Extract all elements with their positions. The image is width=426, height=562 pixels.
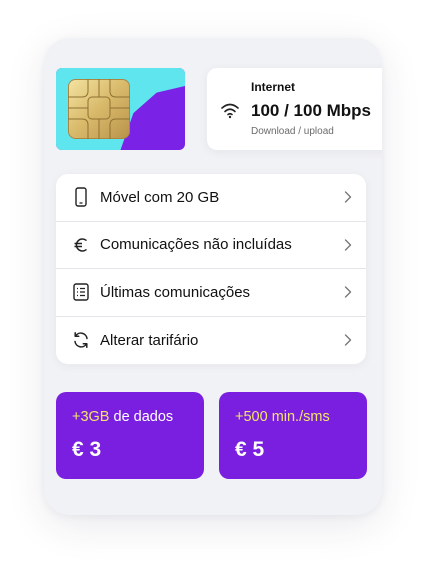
internet-subtitle: Download / upload	[251, 126, 334, 137]
menu-item-label: Últimas comunicações	[100, 283, 251, 301]
menu-item-mobile-plan[interactable]: Móvel com 20 GB	[56, 174, 366, 222]
offer-price: € 5	[235, 438, 265, 461]
offer-highlight: +3GB	[72, 409, 110, 425]
menu-item-last-communications[interactable]: Últimas comunicações	[56, 269, 366, 317]
mobile-phone-icon	[72, 187, 90, 207]
offer-price: € 3	[72, 438, 102, 461]
sim-card-image	[56, 68, 185, 150]
internet-card: Internet 100 / 100 Mbps Download / uploa…	[207, 68, 382, 150]
list-icon	[72, 282, 90, 302]
offer-card-data[interactable]: +3GB de dados € 3	[56, 392, 204, 479]
offer-title: +500 min./sms	[235, 409, 330, 425]
offer-card-minutes-sms[interactable]: +500 min./sms € 5	[219, 392, 367, 479]
chevron-right-icon	[344, 334, 352, 346]
offer-highlight: +500 min./sms	[235, 409, 330, 425]
menu-item-label: Alterar tarifário	[100, 331, 199, 349]
offer-title-rest: de dados	[109, 409, 174, 425]
menu-item-change-plan[interactable]: Alterar tarifário	[56, 317, 366, 365]
refresh-icon	[72, 330, 90, 350]
chevron-right-icon	[344, 286, 352, 298]
sim-chip-icon	[68, 79, 130, 139]
internet-speed: 100 / 100 Mbps	[251, 101, 372, 120]
wifi-icon	[221, 103, 239, 119]
internet-title: Internet	[251, 80, 296, 94]
phone-screen: Internet 100 / 100 Mbps Download / uploa…	[44, 38, 382, 515]
chevron-right-icon	[344, 239, 352, 251]
chevron-right-icon	[344, 191, 352, 203]
menu-item-label: Móvel com 20 GB	[100, 188, 220, 206]
menu-item-label: Comunicações não incluídas	[100, 236, 292, 254]
euro-icon	[72, 235, 90, 255]
menu-item-extra-communications[interactable]: Comunicações não incluídas	[56, 222, 366, 269]
plan-menu-list: Móvel com 20 GB Comunicações não incluíd…	[56, 174, 366, 364]
offer-title: +3GB de dados	[72, 409, 173, 425]
